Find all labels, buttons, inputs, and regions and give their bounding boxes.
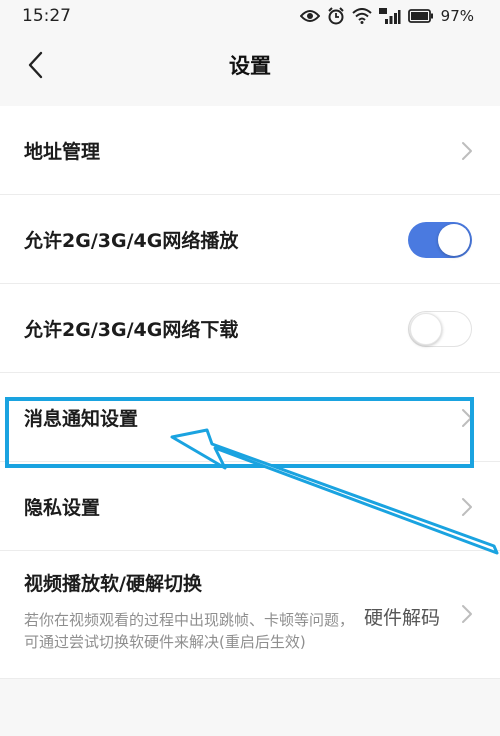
status-time: 15:27	[22, 6, 71, 26]
settings-row-address[interactable]: 地址管理	[0, 106, 500, 195]
eye-icon	[299, 6, 320, 26]
settings-row-network-play: 允许2G/3G/4G网络播放	[0, 195, 500, 284]
settings-row-decode[interactable]: 视频播放软/硬解切换 若你在视频观看的过程中出现跳帧、卡顿等问题，可通过尝试切换…	[0, 551, 500, 679]
wifi-icon	[351, 6, 372, 26]
decode-description: 若你在视频观看的过程中出现跳帧、卡顿等问题，可通过尝试切换软硬件来解决(重启后生…	[24, 611, 355, 651]
network-download-toggle[interactable]	[408, 311, 472, 347]
network-download-label: 允许2G/3G/4G网络下载	[24, 319, 239, 341]
chevron-right-icon	[462, 605, 472, 623]
decode-label: 视频播放软/硬解切换	[24, 573, 202, 595]
decode-value: 硬件解码	[363, 607, 440, 629]
status-icons: 97%	[299, 6, 474, 26]
notification-label: 消息通知设置	[24, 408, 139, 430]
nav-bar: 设置	[0, 34, 500, 96]
chevron-right-icon	[462, 409, 472, 427]
settings-list: 地址管理 允许2G/3G/4G网络播放 允许2G/3G/4G网络下载 消息通知设…	[0, 106, 500, 679]
settings-row-notification[interactable]: 消息通知设置	[0, 373, 500, 462]
signal-5g-icon	[378, 6, 401, 26]
battery-icon	[407, 6, 434, 26]
network-play-label: 允许2G/3G/4G网络播放	[24, 230, 239, 252]
settings-row-network-download: 允许2G/3G/4G网络下载	[0, 284, 500, 373]
chevron-right-icon	[462, 142, 472, 160]
network-play-toggle[interactable]	[408, 222, 472, 258]
settings-row-privacy[interactable]: 隐私设置	[0, 462, 500, 551]
page-title: 设置	[229, 54, 271, 78]
privacy-label: 隐私设置	[24, 497, 101, 519]
toggle-knob	[438, 224, 470, 256]
alarm-icon	[327, 6, 345, 26]
status-bar: 15:27 97%	[0, 0, 500, 34]
chevron-right-icon	[462, 498, 472, 516]
address-label: 地址管理	[24, 141, 101, 163]
battery-percent: 97%	[440, 7, 474, 25]
toggle-knob	[410, 313, 442, 345]
